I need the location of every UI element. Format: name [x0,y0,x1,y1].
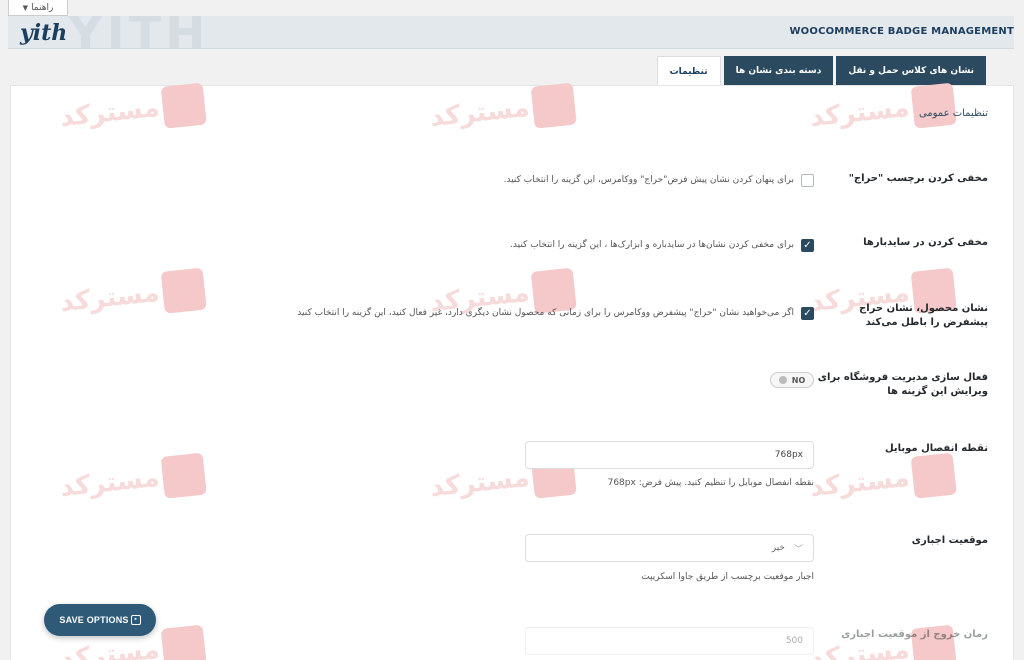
product-badge-label-line1: نشان محصول، نشان حراج [859,303,988,314]
hide-sale-label: مخفی کردن برچسب "حراج" [848,173,988,184]
checkmark-icon: ✓ [803,240,812,251]
save-options-label: SAVE OPTIONS [59,615,129,625]
shop-manager-label-line1: فعال سازی مدیریت فروشگاه برای [817,372,988,383]
chevron-down-icon: ﹀ [793,545,803,555]
checkmark-icon: ✓ [803,308,812,319]
force-position-value: خیر [771,543,785,553]
hide-sale-description: برای پنهان کردن نشان پیش فرض"حراج" ووکام… [503,175,794,185]
force-position-description: اجبار موقعیت برچسب از طریق جاوا اسکریپت [641,572,814,582]
tab-badge-categories[interactable]: دسته بندی نشان ها [723,56,834,85]
force-timeout-input[interactable]: 500 [525,627,814,655]
mobile-breakpoint-description: نقطه انفصال موبایل را تنظیم کنید. پیش فر… [607,478,814,488]
product-badge-label: نشان محصول، نشان حراج پیشفرض را باطل می‌… [859,302,988,330]
yith-logo: yith [20,20,68,46]
toggle-knob [778,376,787,384]
tab-settings[interactable]: تنظیمات [656,56,721,86]
plugin-title: WOOCOMMERCE BADGE MANAGEMENT [789,26,1014,37]
header-decoration: YITH [68,16,210,49]
product-badge-description: اگر می‌خواهید نشان "حراج" پیشفرض ووکامرس… [297,308,794,318]
hide-sidebars-checkbox[interactable]: ✓ [801,239,814,252]
caret-down-icon: ▼ [22,3,29,12]
section-title: تنظیمات عمومی [918,108,988,119]
tab-shipping-class-badges[interactable]: نشان های کلاس حمل و نقل [836,56,986,85]
save-icon: ▪ [130,615,141,625]
shop-manager-label: فعال سازی مدیریت فروشگاه برای ویرایش این… [818,371,988,399]
shop-manager-label-line2: ویرایش این گزینه ها [887,386,988,397]
plugin-header: YITH yith WOOCOMMERCE BADGE MANAGEMENT [8,16,1014,49]
mobile-breakpoint-label: نقطه انفصال موبایل [884,443,988,454]
force-timeout-label: زمان خروج از موقعیت اجباری [841,629,988,640]
mobile-breakpoint-input[interactable]: 768px [525,441,814,469]
shop-manager-toggle[interactable]: NO [770,372,814,388]
product-badge-label-line2: پیشفرض را باطل می‌کند [865,317,988,328]
force-position-label: موقعیت اجباری [911,535,988,546]
hide-sidebars-description: برای مخفی کردن نشان‌ها در سایدباره و ابز… [510,240,794,250]
product-badge-checkbox[interactable]: ✓ [801,307,814,320]
force-position-select[interactable]: خیر ﹀ [525,534,814,562]
toggle-state: NO [791,375,806,385]
help-tab-label: راهنما [31,2,54,13]
hide-sale-checkbox[interactable] [801,174,814,187]
help-tab[interactable]: راهنما ▼ [8,0,68,16]
settings-tabs: تنظیمات دسته بندی نشان ها نشان های کلاس … [656,56,986,86]
hide-sidebars-label: مخفی کردن در سایدبارها [863,237,988,248]
save-options-button[interactable]: SAVE OPTIONS ▪ [44,604,156,636]
